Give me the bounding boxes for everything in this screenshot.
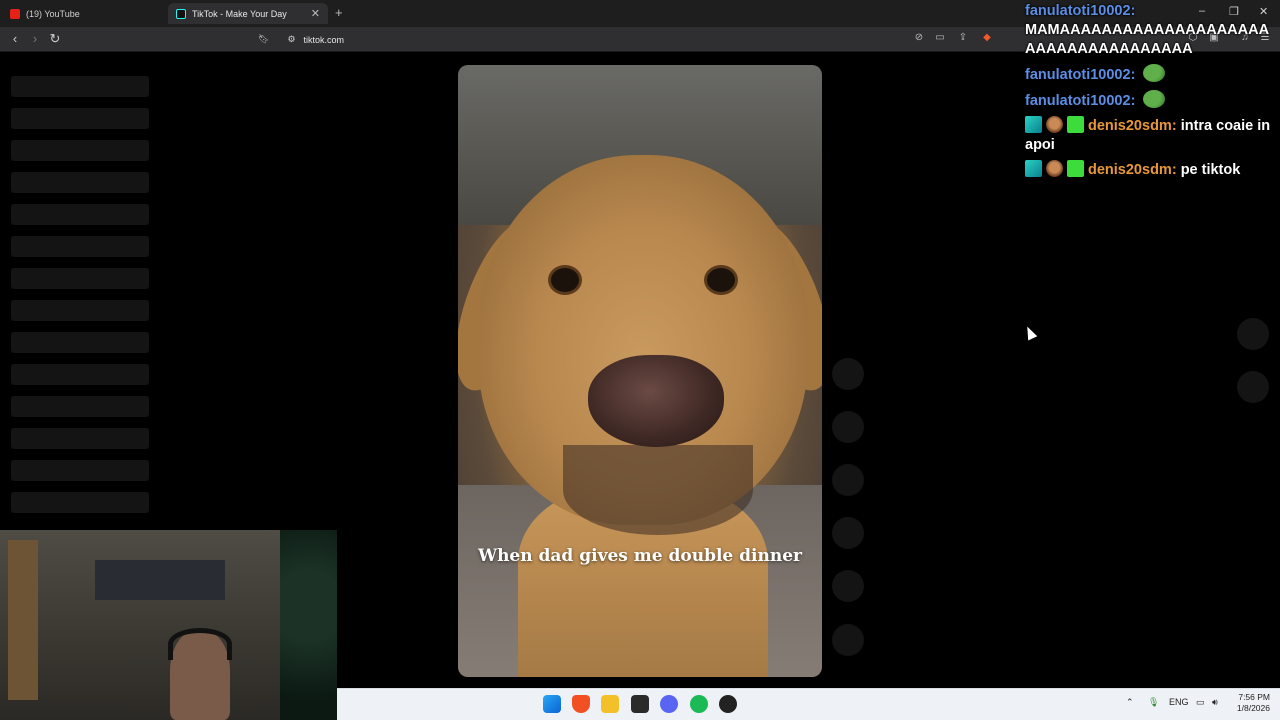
chat-username: fanulatoti10002:	[1025, 67, 1136, 83]
brave-shield-icon[interactable]: ◆	[980, 32, 994, 46]
close-tab-icon[interactable]: ✕	[311, 7, 320, 20]
sidebar-skeleton	[11, 332, 149, 353]
comment-button[interactable]	[832, 411, 864, 443]
previous-video-button[interactable]	[1237, 318, 1269, 350]
new-tab-button[interactable]: +	[335, 5, 343, 20]
sidebar-skeleton	[11, 460, 149, 481]
sidebar-skeleton	[11, 108, 149, 129]
og-badge-icon	[1025, 116, 1042, 133]
sidebar-skeleton	[11, 492, 149, 513]
sidebar-skeleton	[11, 204, 149, 225]
webcam-christmas-tree	[280, 530, 337, 720]
sidebar-skeleton	[11, 364, 149, 385]
sidebar-skeleton	[11, 140, 149, 161]
tiktok-icon	[176, 8, 186, 19]
monkey-badge-icon	[1046, 160, 1063, 177]
chat-message: fanulatoti10002: MAMAAAAAAAAAAAAAAAAAAAA…	[1025, 2, 1275, 59]
terminal-icon[interactable]	[631, 695, 649, 713]
sidebar-skeleton	[11, 396, 149, 417]
headphones-icon	[168, 628, 232, 660]
webcam-overlay	[0, 530, 337, 720]
windows-taskbar	[337, 688, 1280, 720]
dog-muzzle	[563, 445, 753, 535]
more-button[interactable]	[832, 570, 864, 602]
cast-icon[interactable]: ▭	[933, 32, 947, 46]
dog-eye	[548, 265, 582, 295]
chat-message: fanulatoti10002:	[1025, 64, 1275, 85]
chat-username: denis20sdm:	[1088, 118, 1177, 134]
sidebar-skeleton	[11, 428, 149, 449]
monkey-badge-icon	[1046, 116, 1063, 133]
tab-label: (19) YouTube	[26, 8, 80, 19]
sidebar-skeleton	[11, 300, 149, 321]
volume-icon[interactable]: 🔊︎	[1212, 697, 1218, 708]
sidebar-skeleton	[11, 76, 149, 97]
url-text: tiktok.com	[303, 34, 345, 45]
sidebar-skeleton	[11, 236, 149, 257]
forward-icon[interactable]: ›	[27, 31, 43, 46]
gift-badge-icon	[1067, 160, 1084, 177]
site-settings-icon[interactable]: ⚙︎	[287, 34, 295, 45]
youtube-icon	[10, 8, 20, 19]
next-video-button[interactable]	[1237, 371, 1269, 403]
chat-message: denis20sdm: pe tiktok	[1025, 160, 1275, 180]
windows-start-icon[interactable]	[543, 695, 561, 713]
chat-message: fanulatoti10002:	[1025, 90, 1275, 111]
tab-youtube[interactable]: (19) YouTube	[2, 3, 164, 24]
spotify-icon[interactable]	[690, 695, 708, 713]
og-badge-icon	[1025, 160, 1042, 177]
webcam-shelf	[95, 560, 225, 600]
tab-tiktok[interactable]: TikTok - Make Your Day ✕	[168, 3, 328, 24]
video-caption: When dad gives me double dinner	[477, 546, 802, 566]
chat-message: denis20sdm: intra coaie inapoi	[1025, 116, 1275, 155]
video-player[interactable]: When dad gives me double dinner	[458, 65, 822, 677]
tab-label: TikTok - Make Your Day	[192, 8, 287, 19]
sidebar-skeleton	[11, 268, 149, 289]
reload-icon[interactable]: ↻	[47, 31, 63, 47]
bookmark-button[interactable]	[832, 464, 864, 496]
no-track-icon[interactable]: ⊘	[912, 32, 926, 46]
dog-nose	[588, 355, 724, 447]
chat-username: fanulatoti10002:	[1025, 93, 1136, 109]
dog-eye	[704, 265, 738, 295]
chat-text: MAMAAAAAAAAAAAAAAAAAAAAAAAAAAAAAAAAAAAA	[1025, 22, 1270, 57]
file-explorer-icon[interactable]	[601, 695, 619, 713]
webcam-cabinet	[8, 540, 38, 700]
tray-overflow-icon[interactable]: ⌃	[1126, 697, 1134, 708]
chat-username: denis20sdm:	[1088, 162, 1177, 178]
language-indicator[interactable]: ENG	[1169, 697, 1189, 707]
dog-head	[478, 155, 808, 535]
microphone-icon[interactable]: 🎙︎	[1148, 697, 1159, 708]
bookmark-icon[interactable]: 🔖︎	[258, 34, 269, 45]
address-bar[interactable]: 🔖︎ ⚙︎ tiktok.com	[258, 30, 998, 49]
clock-time: 7:56 PM	[1238, 692, 1270, 702]
chat-username: fanulatoti10002:	[1025, 3, 1136, 19]
share-icon[interactable]: ⇪	[956, 32, 970, 46]
sound-button[interactable]	[832, 624, 864, 656]
share-button[interactable]	[832, 517, 864, 549]
sidebar-skeleton	[11, 172, 149, 193]
network-icon[interactable]: ▭	[1196, 697, 1205, 708]
mouse-cursor-icon	[1022, 324, 1038, 341]
stream-chat-overlay: fanulatoti10002: MAMAAAAAAAAAAAAAAAAAAAA…	[1025, 2, 1275, 185]
clock-date: 1/8/2026	[1236, 703, 1270, 713]
chat-text: pe tiktok	[1180, 162, 1241, 178]
pepe-emote-icon	[1143, 64, 1166, 82]
pepe-emote-icon	[1143, 90, 1166, 108]
like-button[interactable]	[832, 358, 864, 390]
brave-browser-icon[interactable]	[572, 695, 590, 713]
gift-badge-icon	[1067, 116, 1084, 133]
back-icon[interactable]: ‹	[7, 31, 23, 46]
obs-icon[interactable]	[719, 695, 737, 713]
system-clock[interactable]: 7:56 PM 1/8/2026	[1232, 692, 1270, 714]
discord-icon[interactable]	[660, 695, 678, 713]
